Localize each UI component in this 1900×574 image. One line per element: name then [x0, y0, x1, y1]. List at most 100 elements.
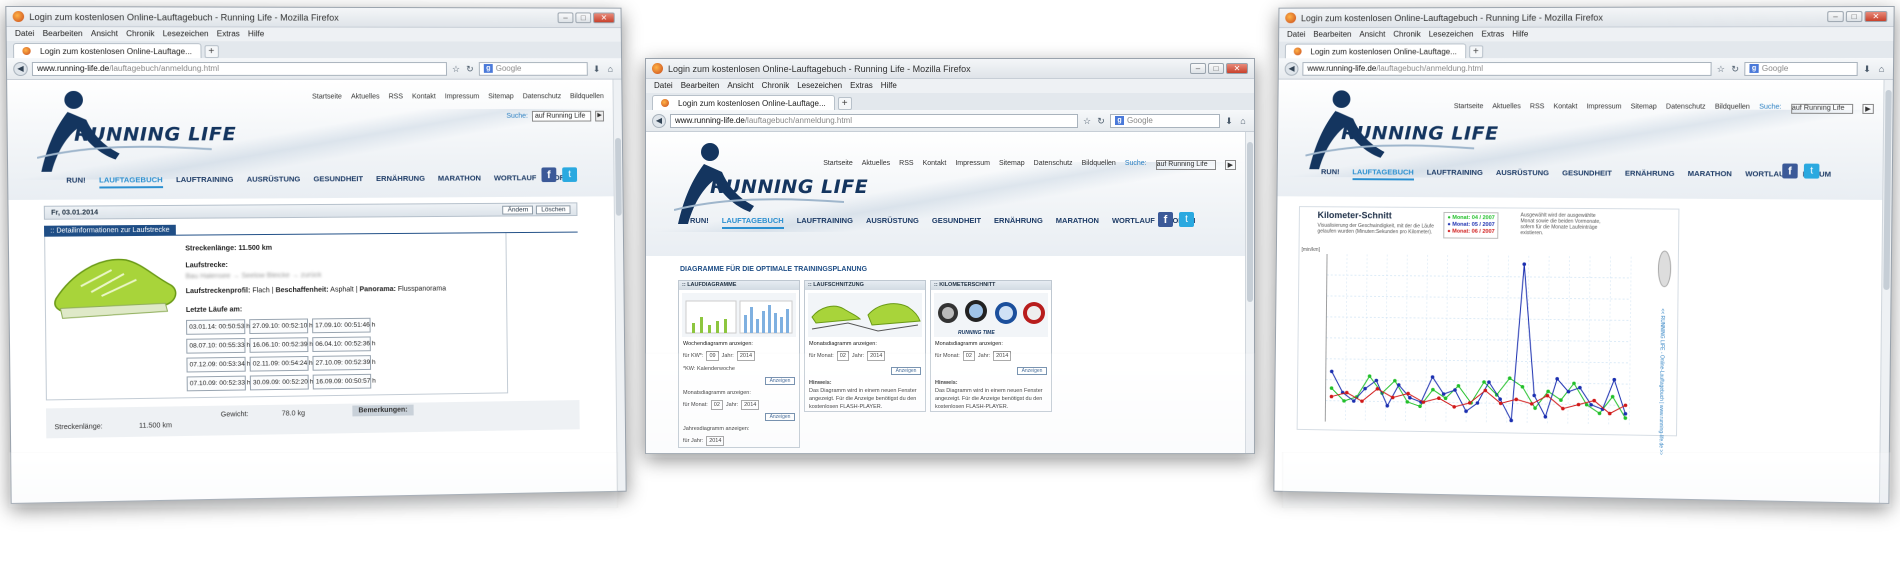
mainnav-ernaehrung[interactable]: ERNÄHRUNG — [376, 174, 425, 187]
site-search-input[interactable]: auf Running Life — [1791, 104, 1853, 114]
reload-icon[interactable]: ↻ — [1096, 116, 1106, 126]
menu-file[interactable]: Datei — [1287, 30, 1305, 40]
mainnav-lauftagebuch[interactable]: LAUFTAGEBUCH — [1352, 167, 1414, 180]
site-search-input[interactable]: auf Running Life — [532, 111, 591, 122]
menu-help[interactable]: Hilfe — [881, 81, 897, 91]
mainnav-wortlauf[interactable]: WORTLAUF — [1112, 216, 1155, 229]
back-arrow-icon[interactable]: ◀ — [652, 114, 666, 128]
back-arrow-icon[interactable]: ◀ — [1285, 62, 1299, 76]
topnav-startseite[interactable]: Startseite — [312, 94, 342, 101]
last-run-entry[interactable]: 02.11.09: 00:54:24 h — [250, 356, 309, 372]
topnav-bildquellen[interactable]: Bildquellen — [1715, 104, 1750, 114]
twitter-icon[interactable]: t — [562, 167, 577, 182]
facebook-icon[interactable]: f — [541, 167, 556, 182]
menu-bookmarks[interactable]: Lesezeichen — [797, 81, 842, 91]
reload-icon[interactable]: ↻ — [465, 64, 475, 74]
site-search-go-icon[interactable]: ▶ — [1225, 160, 1236, 170]
download-icon[interactable]: ⬇ — [1224, 116, 1234, 126]
last-run-entry[interactable]: 07.10.09: 00:52:33 h — [187, 376, 246, 392]
minimize-button[interactable]: – — [558, 12, 574, 23]
topnav-kontakt[interactable]: Kontakt — [1553, 103, 1577, 113]
mainnav-run[interactable]: RUN! — [1321, 167, 1340, 180]
home-icon[interactable]: ⌂ — [605, 64, 615, 74]
site-search-go-icon[interactable]: ▶ — [1862, 104, 1874, 114]
topnav-sitemap[interactable]: Sitemap — [488, 93, 514, 100]
mainnav-marathon[interactable]: MARATHON — [1056, 216, 1099, 229]
menu-view[interactable]: Ansicht — [91, 29, 118, 39]
close-button[interactable]: ✕ — [1864, 11, 1887, 22]
maximize-button[interactable]: □ — [1208, 63, 1224, 74]
topnav-aktuelles[interactable]: Aktuelles — [351, 94, 380, 101]
search-bar[interactable]: g Google — [479, 62, 588, 76]
topnav-impressum[interactable]: Impressum — [1586, 103, 1621, 113]
topnav-impressum[interactable]: Impressum — [445, 93, 480, 100]
mainnav-gesundheit[interactable]: GESUNDHEIT — [932, 216, 981, 229]
new-tab-button[interactable]: + — [1469, 45, 1483, 58]
topnav-datenschutz[interactable]: Datenschutz — [1666, 104, 1706, 114]
url-bar[interactable]: www.running-life.de/lauftagebuch/anmeldu… — [1302, 62, 1711, 76]
edit-button[interactable]: Ändern — [503, 205, 534, 214]
mainnav-lauftraining[interactable]: LAUFTRAINING — [1427, 168, 1483, 181]
mainnav-ernaehrung[interactable]: ERNÄHRUNG — [994, 216, 1043, 229]
bookmark-star-icon[interactable]: ☆ — [1716, 64, 1726, 74]
mainnav-gesundheit[interactable]: GESUNDHEIT — [313, 174, 363, 187]
menu-help[interactable]: Hilfe — [1512, 30, 1528, 40]
mainnav-gesundheit[interactable]: GESUNDHEIT — [1562, 168, 1612, 181]
url-bar[interactable]: www.running-life.de/lauftagebuch/anmeldu… — [32, 61, 447, 75]
topnav-sitemap[interactable]: Sitemap — [999, 160, 1025, 170]
menu-view[interactable]: Ansicht — [727, 81, 753, 91]
browser-tab[interactable]: Login zum kostenlosen Online-Lauftage... — [1285, 43, 1466, 58]
mainnav-lauftagebuch[interactable]: LAUFTAGEBUCH — [722, 216, 784, 229]
topnav-datenschutz[interactable]: Datenschutz — [523, 93, 562, 100]
delete-button[interactable]: Löschen — [536, 205, 570, 214]
mainnav-ernaehrung[interactable]: ERNÄHRUNG — [1625, 169, 1675, 182]
menu-history[interactable]: Chronik — [1393, 30, 1421, 40]
minimize-button[interactable]: – — [1190, 63, 1206, 74]
topnav-impressum[interactable]: Impressum — [955, 160, 990, 170]
menu-file[interactable]: Datei — [15, 29, 34, 39]
site-logo-text[interactable]: RUNNING LIFE — [1341, 123, 1499, 145]
mainnav-run[interactable]: RUN! — [690, 216, 709, 229]
menu-file[interactable]: Datei — [654, 81, 673, 91]
topnav-rss[interactable]: RSS — [899, 160, 913, 170]
menu-tools[interactable]: Extras — [1481, 30, 1504, 40]
topnav-bildquellen[interactable]: Bildquellen — [1082, 160, 1116, 170]
menu-view[interactable]: Ansicht — [1359, 30, 1385, 40]
topnav-datenschutz[interactable]: Datenschutz — [1034, 160, 1073, 170]
menu-edit[interactable]: Bearbeiten — [43, 29, 83, 39]
mainnav-ausruestung[interactable]: AUSRÜSTUNG — [247, 175, 301, 188]
maximize-button[interactable]: □ — [575, 12, 591, 23]
home-icon[interactable]: ⌂ — [1876, 63, 1886, 73]
search-bar[interactable]: g Google — [1110, 114, 1220, 128]
minimize-button[interactable]: – — [1827, 11, 1844, 22]
twitter-icon[interactable]: t — [1179, 212, 1194, 227]
mainnav-ausruestung[interactable]: AUSRÜSTUNG — [866, 216, 919, 229]
mainnav-marathon[interactable]: MARATHON — [1688, 169, 1732, 182]
bookmark-star-icon[interactable]: ☆ — [451, 64, 461, 74]
menu-tools[interactable]: Extras — [850, 81, 873, 91]
close-button[interactable]: ✕ — [593, 12, 615, 23]
download-icon[interactable]: ⬇ — [1862, 63, 1872, 73]
last-run-entry[interactable]: 27.09.10: 00:52:10 h — [249, 319, 308, 335]
menu-history[interactable]: Chronik — [762, 81, 790, 91]
menu-edit[interactable]: Bearbeiten — [1313, 30, 1351, 40]
topnav-aktuelles[interactable]: Aktuelles — [1492, 103, 1521, 113]
last-run-entry[interactable]: 03.01.14: 00:50:53 h — [186, 319, 245, 335]
facebook-icon[interactable]: f — [1782, 164, 1798, 179]
last-run-entry[interactable]: 27.10.09: 00:52:39 h — [312, 355, 371, 371]
page-scrollbar[interactable] — [612, 80, 625, 493]
mainnav-ausruestung[interactable]: AUSRÜSTUNG — [1496, 168, 1549, 181]
browser-tab[interactable]: Login zum kostenlosen Online-Lauftage... — [13, 43, 201, 58]
url-bar[interactable]: www.running-life.de/lauftagebuch/anmeldu… — [670, 114, 1078, 128]
new-tab-button[interactable]: + — [838, 97, 852, 110]
site-logo-text[interactable]: RUNNING LIFE — [74, 123, 236, 145]
download-icon[interactable]: ⬇ — [592, 64, 602, 74]
browser-tab[interactable]: Login zum kostenlosen Online-Lauftage... — [652, 95, 835, 110]
last-run-entry[interactable]: 06.04.10: 00:52:36 h — [312, 336, 371, 352]
mainnav-run[interactable]: RUN! — [66, 176, 86, 189]
mainnav-lauftagebuch[interactable]: LAUFTAGEBUCH — [99, 175, 163, 188]
topnav-rss[interactable]: RSS — [1530, 103, 1545, 113]
close-button[interactable]: ✕ — [1226, 63, 1248, 74]
topnav-rss[interactable]: RSS — [389, 93, 404, 100]
site-search-input[interactable]: auf Running Life — [1156, 160, 1216, 170]
